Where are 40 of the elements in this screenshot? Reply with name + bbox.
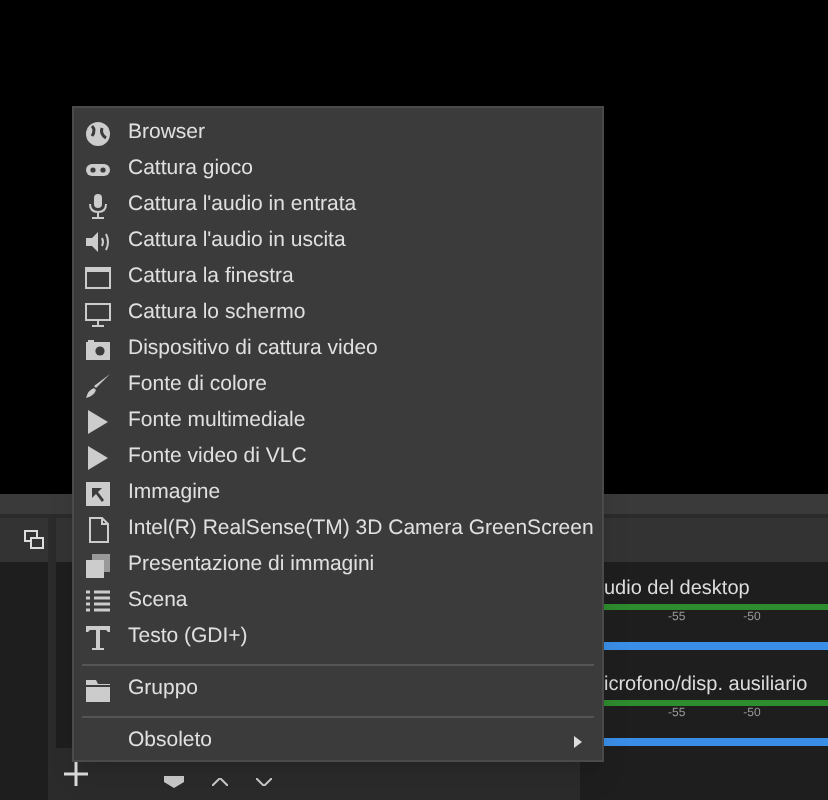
move-up-icon[interactable] [212,778,228,786]
image-icon [84,480,112,508]
window-icon [84,264,112,292]
menu-item[interactable]: Scena [74,584,602,620]
play-icon [84,408,112,436]
menu-item[interactable]: Cattura l'audio in uscita [74,224,602,260]
folder-icon [84,676,112,704]
speaker-icon [84,228,112,256]
monitor-icon [84,300,112,328]
move-down-icon[interactable] [256,778,272,786]
menu-item[interactable]: Cattura lo schermo [74,296,602,332]
menu-item[interactable]: Gruppo [74,672,602,708]
menu-item[interactable]: Intel(R) RealSense(TM) 3D Camera GreenScreen [74,512,602,548]
globe-icon [84,120,112,148]
float-icon[interactable] [24,530,44,550]
slideshow-icon [84,552,112,580]
channel-name: udio del desktop [602,576,752,602]
menu-item[interactable]: Cattura la finestra [74,260,602,296]
list-icon [84,588,112,616]
menu-item[interactable]: Cattura l'audio in entrata [74,188,602,224]
play-icon [84,444,112,472]
document-icon [84,516,112,544]
menu-item[interactable]: Immagine [74,476,602,512]
menu-item[interactable]: Cattura gioco [74,152,602,188]
brush-icon [84,372,112,400]
text-icon [84,624,112,652]
menu-item[interactable]: Fonte video di VLC [74,440,602,476]
menu-item[interactable]: Dispositivo di cattura video [74,332,602,368]
menu-item[interactable]: Presentazione di immagini [74,548,602,584]
microphone-icon [84,192,112,220]
volume-slider[interactable] [604,642,828,650]
channel-name: icrofono/disp. ausiliario [602,672,810,698]
plus-icon[interactable] [64,762,88,786]
camera-icon [84,336,112,364]
menu-item[interactable]: Testo (GDI+) [74,620,602,656]
menu-item[interactable]: Fonte multimediale [74,404,602,440]
volume-slider[interactable] [604,738,828,746]
menu-item[interactable]: Obsoleto [74,724,602,760]
menu-item[interactable]: Fonte di colore [74,368,602,404]
menu-item[interactable]: Browser [74,116,602,152]
